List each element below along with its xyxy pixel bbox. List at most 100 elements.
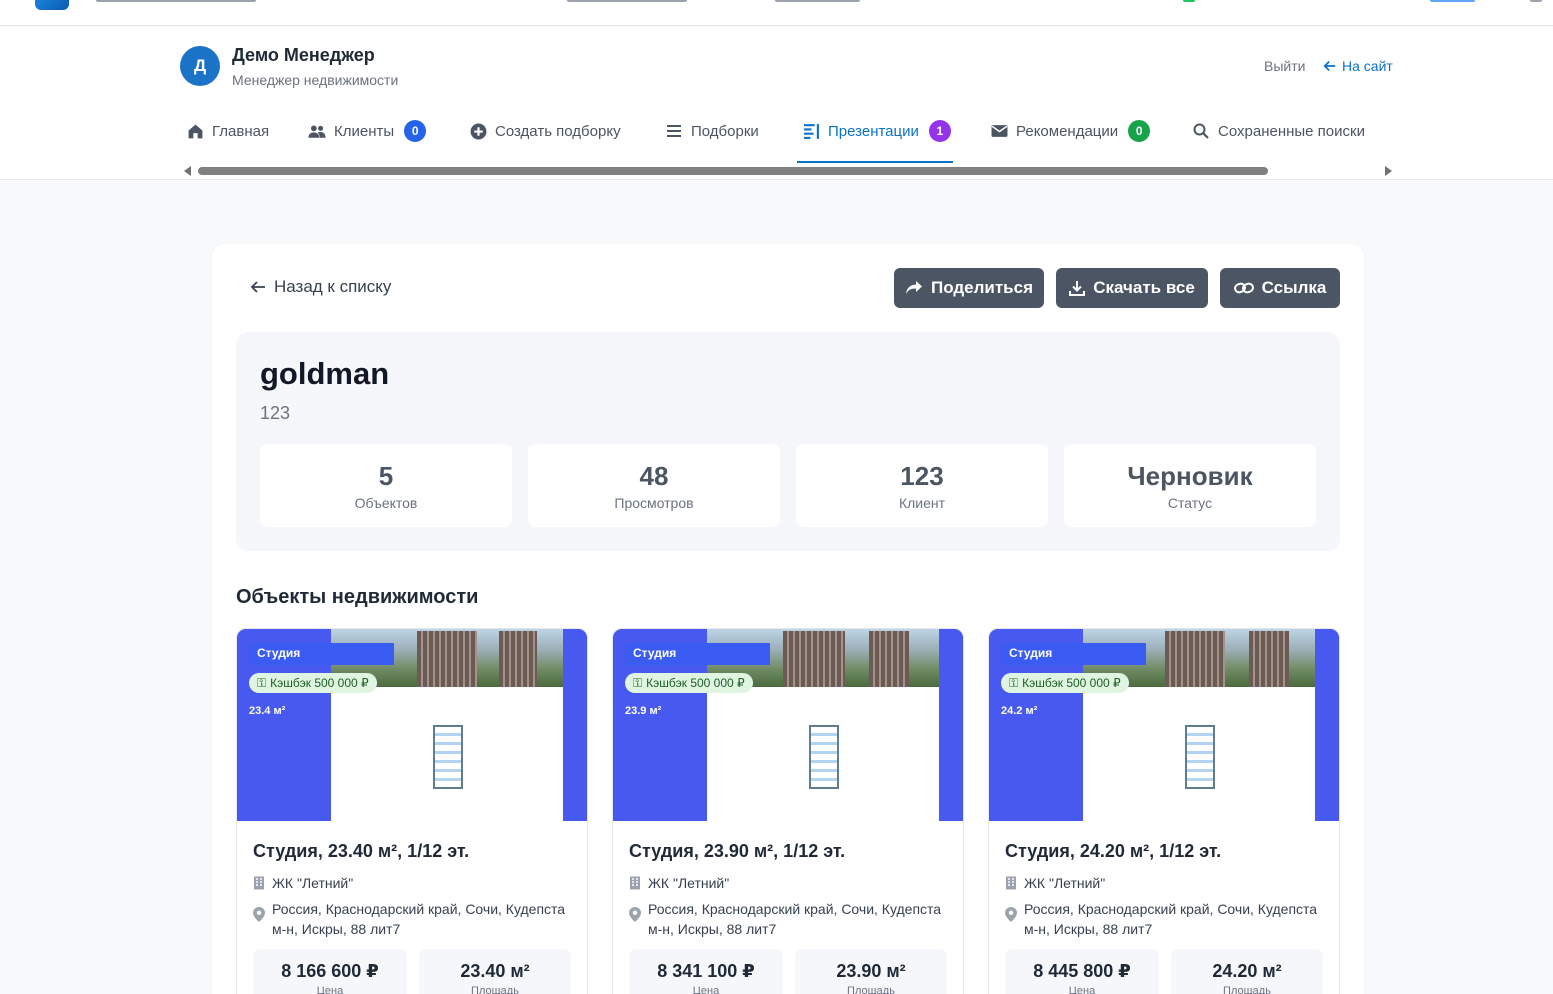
download-all-button[interactable]: Скачать все — [1056, 268, 1208, 308]
area-label: Площадь — [1223, 985, 1271, 994]
image-area-label: 23.9 м² — [625, 705, 662, 717]
topbar-link-fragment[interactable] — [1530, 0, 1542, 2]
property-title[interactable]: Студия, 24.20 м², 1/12 эт. — [1005, 841, 1221, 862]
arrow-left-icon — [1323, 61, 1336, 71]
coins-icon: ⚿ — [633, 675, 643, 690]
price-label: Цена — [1068, 985, 1096, 994]
link-button[interactable]: Ссылка — [1220, 268, 1340, 308]
address-label: Россия, Краснодарский край, Сочи, Кудепс… — [1024, 901, 1318, 937]
price-label: Цена — [692, 985, 720, 994]
floor-plan-drawing — [809, 725, 839, 789]
property-image[interactable]: Студия ⚿ Кэшбэк 500 000 ₽ 23.9 м² — [613, 629, 963, 821]
share-icon — [905, 281, 922, 294]
nav-scrollbar[interactable] — [184, 166, 1392, 176]
map-pin-icon — [253, 907, 265, 922]
building-tower — [783, 631, 845, 687]
site-topbar — [0, 0, 1553, 26]
presentation-subtitle: 123 — [260, 403, 291, 423]
property-title[interactable]: Студия, 23.90 м², 1/12 эт. — [629, 841, 845, 862]
coins-icon: ⚿ — [1009, 675, 1019, 690]
price-value: 8 166 600 ₽ — [281, 961, 379, 981]
property-card[interactable]: Студия ⚿ Кэшбэк 500 000 ₽ 23.9 м² Студия… — [612, 628, 964, 994]
nav-presentations[interactable]: Презентации 1 — [802, 111, 951, 151]
nav-saved-searches[interactable]: Сохраненные поиски — [1192, 111, 1365, 151]
property-card[interactable]: Студия ⚿ Кэшбэк 500 000 ₽ 24.2 м² Студия… — [988, 628, 1340, 994]
download-label: Скачать все — [1093, 278, 1195, 297]
link-icon — [1233, 282, 1254, 294]
nav-label: Презентации — [828, 122, 919, 140]
nav-home[interactable]: Главная — [186, 111, 269, 151]
nav-recommendations[interactable]: Рекомендации 0 — [990, 111, 1151, 151]
floor-plan-drawing — [433, 725, 463, 789]
scroll-left-arrow-icon[interactable] — [184, 166, 191, 176]
property-complex: ЖК "Летний" — [629, 875, 729, 891]
share-button[interactable]: Поделиться — [894, 268, 1044, 308]
price-value: 8 445 800 ₽ — [1033, 961, 1131, 981]
cashback-badge: ⚿ Кэшбэк 500 000 ₽ — [625, 673, 753, 693]
topbar-link-fragment[interactable] — [1183, 0, 1195, 2]
property-image[interactable]: Студия ⚿ Кэшбэк 500 000 ₽ 24.2 м² — [989, 629, 1339, 821]
logout-link[interactable]: Выйти — [1264, 58, 1305, 74]
plus-circle-icon — [469, 122, 487, 140]
search-icon — [1192, 122, 1210, 140]
section-title: Объекты недвижимости — [236, 586, 479, 608]
stat-label: Просмотров — [614, 495, 694, 511]
property-address: Россия, Краснодарский край, Сочи, Кудепс… — [629, 899, 949, 939]
topbar-link-fragment[interactable] — [1430, 0, 1475, 2]
nav-label: Клиенты — [334, 122, 395, 140]
manager-header: Д Демо Менеджер Менеджер недвижимости Вы… — [0, 27, 1553, 180]
arrow-left-icon — [250, 281, 265, 293]
scrollbar-thumb[interactable] — [198, 167, 1268, 175]
active-tab-indicator — [797, 161, 953, 163]
property-address: Россия, Краснодарский край, Сочи, Кудепс… — [1005, 899, 1325, 939]
user-name: Демо Менеджер — [232, 45, 375, 65]
user-role: Менеджер недвижимости — [232, 72, 399, 88]
area-box: 24.20 м² Площадь — [1171, 949, 1323, 994]
main-nav: Главная Клиенты 0 Создать подборку Подбо… — [0, 111, 1553, 151]
area-label: Площадь — [471, 985, 519, 994]
topbar-link-fragment[interactable] — [96, 0, 256, 2]
recommendations-count-badge: 0 — [1128, 120, 1151, 142]
map-pin-icon — [1005, 907, 1017, 922]
area-value: 23.90 м² — [836, 961, 906, 981]
nav-selections[interactable]: Подборки — [665, 111, 759, 151]
scroll-right-arrow-icon[interactable] — [1385, 166, 1392, 176]
avatar: Д — [180, 46, 220, 86]
site-logo[interactable] — [35, 0, 69, 10]
building-tower — [499, 631, 537, 687]
back-label: Назад к списку — [274, 277, 392, 296]
image-area-label: 23.4 м² — [249, 705, 286, 717]
stat-value: 5 — [378, 461, 394, 491]
nav-label: Главная — [212, 122, 270, 140]
property-card[interactable]: Студия ⚿ Кэшбэк 500 000 ₽ 23.4 м² Студия… — [236, 628, 588, 994]
topbar-link-fragment[interactable] — [567, 0, 687, 2]
property-address: Россия, Краснодарский край, Сочи, Кудепс… — [253, 899, 573, 939]
complex-label: ЖК "Летний" — [272, 875, 354, 891]
cashback-label: Кэшбэк 500 000 ₽ — [1022, 676, 1121, 690]
complex-label: ЖК "Летний" — [1024, 875, 1106, 891]
complex-label: ЖК "Летний" — [648, 875, 730, 891]
stat-value: 123 — [900, 461, 944, 491]
stat-label: Статус — [1167, 495, 1213, 511]
envelope-icon — [990, 122, 1008, 140]
nav-clients[interactable]: Клиенты 0 — [308, 111, 427, 151]
image-type-tag: Студия — [1001, 643, 1146, 665]
stat-label: Клиент — [898, 495, 946, 511]
topbar-link-fragment[interactable] — [775, 0, 860, 2]
property-image[interactable]: Студия ⚿ Кэшбэк 500 000 ₽ 23.4 м² — [237, 629, 587, 821]
to-site-label: На сайт — [1342, 58, 1393, 74]
property-complex: ЖК "Летний" — [253, 875, 353, 891]
nav-create-selection[interactable]: Создать подборку — [469, 111, 621, 151]
nav-label: Подборки — [691, 122, 759, 140]
area-label: Площадь — [847, 985, 895, 994]
building-tower — [1165, 631, 1225, 687]
back-to-list-link[interactable]: Назад к списку — [250, 277, 391, 297]
to-site-link[interactable]: На сайт — [1323, 58, 1393, 74]
area-box: 23.90 м² Площадь — [795, 949, 947, 994]
image-type-tag: Студия — [249, 643, 394, 665]
property-title[interactable]: Студия, 23.40 м², 1/12 эт. — [253, 841, 469, 862]
cashback-label: Кэшбэк 500 000 ₽ — [646, 676, 745, 690]
area-value: 23.40 м² — [460, 961, 530, 981]
price-value: 8 341 100 ₽ — [657, 961, 755, 981]
building-icon — [254, 876, 264, 890]
